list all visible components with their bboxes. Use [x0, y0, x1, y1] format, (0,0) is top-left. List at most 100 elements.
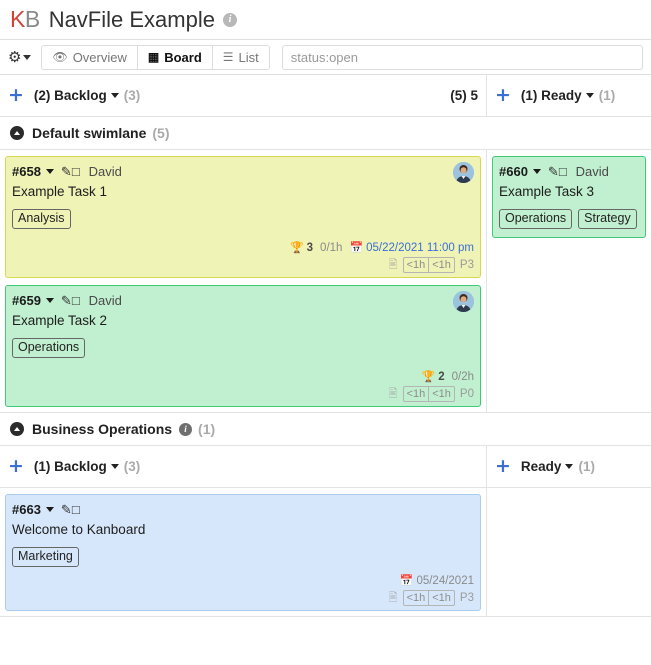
column-title-ready-2[interactable]: Ready (1) [521, 459, 595, 474]
task-tag[interactable]: Strategy [578, 209, 637, 229]
task-assignee: David [575, 163, 609, 179]
task-hours-estimated: <1h [404, 591, 430, 605]
search-input[interactable] [281, 44, 643, 70]
page-header: KB NavFile Example i [0, 0, 651, 40]
chevron-down-icon[interactable] [45, 297, 54, 303]
task-priority: P0 [459, 388, 474, 400]
tab-board[interactable]: ▦ Board [137, 45, 213, 69]
swimlane-name-business-operations: Business Operations [32, 421, 173, 437]
board-title-text: NavFile Example [48, 6, 215, 32]
task-time-spent: 0/2h [451, 371, 474, 383]
task-tag[interactable]: Operations [499, 209, 573, 229]
chevron-down-icon[interactable] [45, 168, 54, 174]
task-due-date: 📅 05/22/2021 11:00 pm [349, 242, 474, 254]
task-tags: Operations [12, 338, 474, 358]
eye-icon: 👁 [52, 50, 68, 64]
task-tags: Operations Strategy [499, 209, 639, 229]
info-icon[interactable]: i [179, 422, 193, 436]
task-id[interactable]: #663 [12, 501, 41, 518]
task-hours-box: <1h <1h [402, 386, 455, 402]
edit-icon[interactable]: ✎□ [61, 165, 80, 178]
page-title[interactable]: NavFile Example [49, 7, 215, 33]
column-limit-backlog: (3) [123, 88, 141, 103]
task-title: Example Task 2 [12, 313, 108, 328]
task-score-value: 3 [306, 242, 314, 254]
lane-column-ready-business[interactable] [487, 488, 651, 617]
logo-letter-k: K [10, 6, 25, 32]
tab-list[interactable]: ☰ List [212, 45, 269, 69]
lane-column-backlog-default[interactable]: #658 ✎□ David Example Task 1 Analysis 🏆 … [0, 150, 487, 413]
task-id[interactable]: #658 [12, 163, 41, 180]
swimlane-lane-default: #658 ✎□ David Example Task 1 Analysis 🏆 … [0, 150, 651, 413]
column-limit-backlog-2: (3) [123, 459, 141, 474]
grid-icon: ▦ [147, 50, 160, 64]
task-card[interactable]: #660 ✎□ David Example Task 3 Operations … [492, 156, 646, 238]
task-card-header: #659 ✎□ David [12, 291, 474, 309]
avatar[interactable] [453, 162, 474, 183]
task-title: Example Task 3 [499, 184, 595, 199]
task-id[interactable]: #660 [499, 163, 528, 180]
task-due-date-value: 05/24/2021 [416, 575, 474, 587]
chevron-down-icon [110, 464, 119, 469]
swimlane-count-business-operations: (1) [198, 421, 216, 437]
info-icon[interactable]: i [222, 12, 237, 27]
task-meta: 🏆 3 0/1h 📅 05/22/2021 11:00 pm [12, 234, 474, 254]
column-header-row-1: + (2) Backlog (3) (5) 5 + (1) Ready (1) [0, 75, 651, 117]
add-task-button-ready-2[interactable]: + [495, 457, 511, 476]
task-priority: P3 [459, 592, 474, 604]
task-card[interactable]: #663 ✎□ Welcome to Kanboard Marketing 📅 … [5, 494, 481, 611]
task-id[interactable]: #659 [12, 292, 41, 309]
swimlane-count-default: (5) [152, 125, 170, 141]
task-hours-estimated: <1h [404, 387, 430, 401]
calendar-icon: 📅 [399, 574, 414, 587]
column-header-ready: + (1) Ready (1) [487, 75, 651, 116]
task-hours-spent: <1h [432, 388, 451, 400]
task-card[interactable]: #658 ✎□ David Example Task 1 Analysis 🏆 … [5, 156, 481, 278]
column-title-ready[interactable]: (1) Ready (1) [521, 88, 615, 103]
edit-icon[interactable]: ✎□ [61, 294, 80, 307]
collapse-swimlane-icon[interactable] [10, 126, 24, 140]
column-header-row-2: + (1) Backlog (3) + Ready (1) [0, 446, 651, 488]
chevron-down-icon[interactable] [532, 168, 541, 174]
column-title-backlog[interactable]: (2) Backlog (3) [34, 88, 140, 103]
list-icon: ☰ [222, 50, 234, 64]
edit-icon[interactable]: ✎□ [61, 503, 80, 516]
logo-letter-b: B [24, 6, 40, 32]
column-title-backlog-label: (2) Backlog [33, 88, 107, 103]
chevron-down-icon [565, 464, 574, 469]
add-task-button-ready[interactable]: + [495, 86, 511, 105]
task-score: 🏆 3 [290, 242, 313, 254]
column-score-backlog: (5) 5 [450, 88, 478, 103]
document-icon[interactable]: 🖹 [389, 388, 398, 400]
tab-overview-label: Overview [72, 49, 127, 65]
column-limit-ready: (1) [598, 88, 616, 103]
add-task-button-backlog-2[interactable]: + [8, 457, 24, 476]
lane-column-ready-default[interactable]: #660 ✎□ David Example Task 3 Operations … [487, 150, 651, 413]
add-task-button-backlog[interactable]: + [8, 86, 24, 105]
task-footer: 🖹 <1h <1h P3 [12, 590, 474, 606]
task-meta: 📅 05/24/2021 [12, 567, 474, 587]
task-tag[interactable]: Marketing [12, 547, 79, 567]
column-header-ready-2: + Ready (1) [487, 446, 651, 487]
app-logo[interactable]: KB [10, 6, 40, 33]
task-priority: P3 [459, 259, 474, 271]
edit-icon[interactable]: ✎□ [548, 165, 567, 178]
lane-column-backlog-business[interactable]: #663 ✎□ Welcome to Kanboard Marketing 📅 … [0, 488, 487, 617]
board-settings-dropdown[interactable]: ⚙ [8, 50, 32, 65]
task-card[interactable]: #659 ✎□ David Example Task 2 Operations … [5, 285, 481, 407]
task-tag[interactable]: Analysis [12, 209, 71, 229]
collapse-swimlane-icon[interactable] [10, 422, 24, 436]
document-icon[interactable]: 🖹 [389, 259, 398, 271]
column-header-backlog: + (2) Backlog (3) (5) 5 [0, 75, 487, 116]
task-card-header: #660 ✎□ David [499, 162, 639, 180]
swimlane-lane-business-operations: #663 ✎□ Welcome to Kanboard Marketing 📅 … [0, 488, 651, 617]
document-icon[interactable]: 🖹 [389, 592, 398, 604]
task-footer: 🖹 <1h <1h P3 [12, 257, 474, 273]
tab-overview[interactable]: 👁 Overview [42, 45, 138, 69]
column-header-backlog-2: + (1) Backlog (3) [0, 446, 487, 487]
avatar[interactable] [453, 291, 474, 312]
task-title: Example Task 1 [12, 184, 108, 199]
column-title-backlog-2[interactable]: (1) Backlog (3) [34, 459, 140, 474]
task-tag[interactable]: Operations [12, 338, 86, 358]
chevron-down-icon[interactable] [45, 506, 54, 512]
